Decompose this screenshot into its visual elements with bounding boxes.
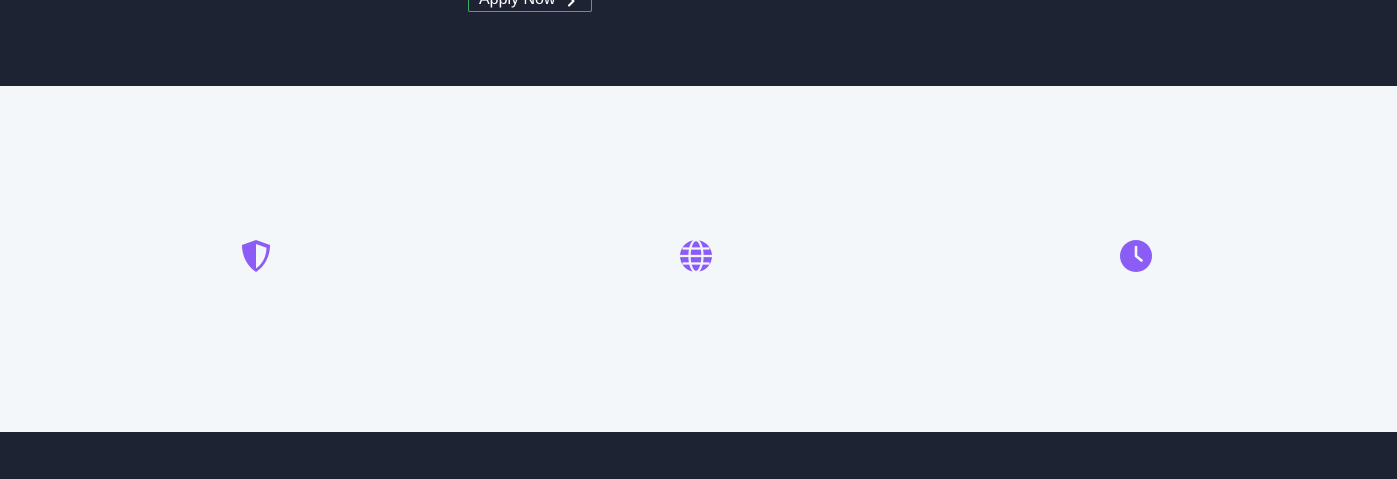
apply-now-label: Apply Now — [479, 0, 555, 9]
feature-global — [676, 238, 716, 278]
apply-now-button[interactable]: Apply Now — [468, 0, 592, 12]
feature-security — [236, 238, 276, 278]
globe-icon — [679, 238, 713, 278]
hero-section: Apply Now — [0, 0, 1397, 86]
clock-icon — [1119, 239, 1153, 278]
feature-time — [1116, 238, 1156, 278]
footer-section — [0, 432, 1397, 479]
shield-icon — [240, 239, 272, 278]
features-section — [0, 86, 1397, 432]
chevron-right-icon — [565, 0, 577, 7]
